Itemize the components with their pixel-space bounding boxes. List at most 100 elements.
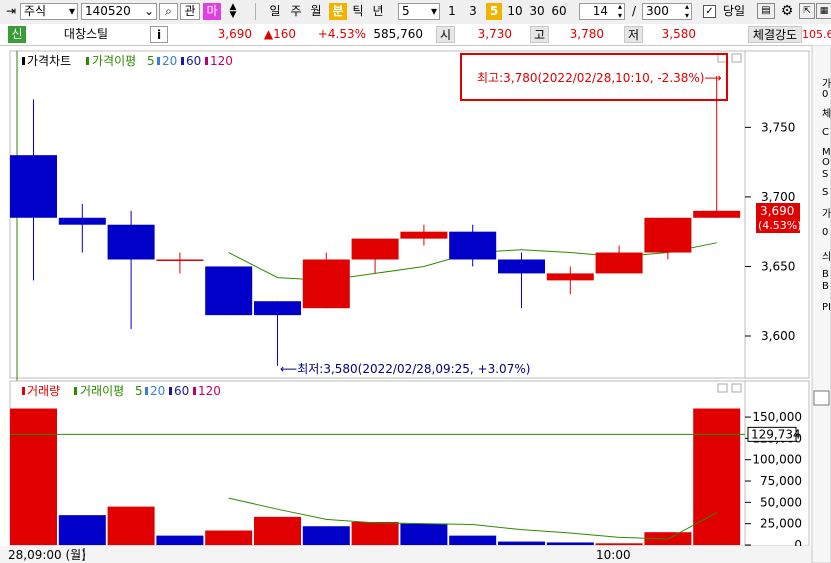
interval-button[interactable]: 1 [444, 3, 460, 20]
volume-bar [156, 535, 204, 545]
window-dock-icon[interactable]: ⇥ [4, 3, 18, 20]
interval-select-value: 5 [402, 4, 410, 18]
legend-ma-name: 가격이평 [92, 54, 136, 68]
candle-body [58, 217, 106, 225]
expand-icon[interactable]: ⇱ [799, 3, 815, 19]
x-axis-bar [0, 546, 831, 563]
legend-chart-name: 가격차트 [27, 54, 71, 68]
candle-body [644, 217, 692, 253]
volume-bar [254, 516, 301, 545]
candle-body [254, 301, 301, 316]
legend-ma-120: 120 [210, 54, 233, 68]
legend-marker [169, 387, 172, 395]
interval-select[interactable]: 5 ▾ [398, 3, 440, 20]
volume-tick-label: 25,000 [760, 517, 802, 531]
period-button[interactable]: 월 [307, 3, 325, 20]
interval-button[interactable]: 10 [505, 3, 525, 20]
stock-code-input[interactable]: 140520 ⌄ [81, 3, 157, 20]
legend-ma-5: 5 [147, 54, 155, 68]
low-price: 3,580 [661, 27, 696, 41]
candle-body [205, 266, 253, 316]
quote-bar: 신 대창스틸 i 3,690 ▲160 +4.53% 585,760 시 3,7… [0, 24, 831, 46]
volume-tick-label: 50,000 [760, 495, 802, 509]
today-label: 당일 [722, 4, 746, 18]
volume-bar [498, 541, 545, 545]
market-type-value: 주식 [24, 4, 47, 18]
open-label: 시 [436, 26, 455, 43]
strength-label: 체결강도 [748, 26, 802, 43]
info-button[interactable]: i [150, 26, 168, 43]
volume-value: 585,760 [373, 27, 423, 41]
price-tick-label: 3,650 [761, 259, 795, 273]
interval-button[interactable]: 5 [486, 3, 502, 20]
current-price: 3,690 [217, 27, 252, 41]
count-current-input[interactable]: 14 ▴ ▾ [579, 2, 625, 20]
high-label: 고 [530, 26, 549, 43]
volume-current-label: 129,734 [751, 427, 801, 441]
spinner-icon[interactable]: ▴ ▾ [618, 2, 622, 20]
candle-body [10, 155, 57, 218]
market-badge: 신 [8, 26, 26, 43]
panel-minimize-icon[interactable] [717, 53, 728, 63]
volume-bar [10, 408, 57, 545]
side-panel-text: S [822, 169, 828, 180]
volume-bar [595, 543, 643, 545]
legend-marker [193, 387, 196, 395]
market-type-select[interactable]: 주식 ▾ [20, 3, 78, 20]
gear-icon[interactable]: ⚙ [779, 3, 795, 20]
side-panel-text: S [822, 187, 828, 198]
volume-tick-label: 75,000 [760, 474, 802, 488]
gwan-button[interactable]: 관 [180, 3, 200, 20]
toolbar: ⇥ 주식 ▾ 140520 ⌄ ⌕ 관 마 ▲ ▼ 일주월분틱년 5 ▾ 1351… [0, 0, 831, 25]
chevron-down-icon: ⌄ [143, 4, 154, 18]
change-percent: +4.53% [317, 27, 366, 41]
legend-marker [74, 387, 77, 395]
legend-volume-name: 거래량 [27, 384, 60, 398]
legend-marker [205, 57, 208, 65]
period-button[interactable]: 틱 [349, 3, 367, 20]
volume-bar [58, 515, 106, 545]
side-panel-text: 0 [822, 89, 828, 100]
candle-body [693, 210, 741, 218]
panel-close-icon[interactable] [731, 53, 742, 63]
candle-body [107, 224, 155, 260]
period-button[interactable]: 주 [287, 3, 305, 20]
low-label: 저 [624, 26, 643, 43]
current-price-pct: (4.53%) [758, 219, 802, 232]
interval-button[interactable]: 30 [527, 3, 547, 20]
panel-close-icon[interactable] [731, 383, 742, 393]
candle-body [498, 259, 545, 274]
today-checkbox[interactable]: ✓ [703, 5, 716, 18]
count-total-input[interactable]: 300 ▴ ▾ [642, 2, 692, 20]
chevron-down-icon: ▾ [430, 4, 437, 18]
period-button[interactable]: 분 [329, 3, 347, 20]
legend-marker [86, 57, 89, 65]
period-button[interactable]: 일 [266, 3, 284, 20]
chart-settings-icon[interactable]: ▤ [757, 3, 775, 19]
spinner-icon[interactable]: ▴ ▾ [685, 2, 689, 20]
count-total-value: 300 [646, 4, 669, 18]
count-separator: / [631, 4, 637, 18]
legend-marker [181, 57, 184, 65]
price-tick-label: 3,700 [761, 190, 795, 204]
high-price: 3,780 [569, 27, 604, 41]
interval-button[interactable]: 60 [549, 3, 569, 20]
panel-minimize-icon[interactable] [717, 383, 728, 393]
candle-body [546, 273, 594, 281]
volume-bar [546, 542, 594, 545]
updown-stepper-icon[interactable]: ▲ ▼ [224, 3, 242, 20]
stock-name[interactable]: 대창스틸 [28, 26, 144, 43]
interval-button[interactable]: 3 [465, 3, 481, 20]
volume-panel: 025,00050,00075,000100,000125,000150,000… [9, 380, 810, 552]
period-button[interactable]: 년 [369, 3, 387, 20]
side-panel-button[interactable] [813, 390, 830, 406]
search-icon[interactable]: ⌕ [159, 3, 178, 20]
legend-marker [22, 57, 25, 65]
open-price: 3,730 [477, 27, 512, 41]
ma-button[interactable]: 마 [203, 3, 221, 20]
low-annotation: ⟵최저:3,580(2022/02/28,09:25, +3.07%) [280, 362, 530, 376]
layout-icon[interactable]: ▦ [816, 3, 831, 19]
candle [302, 252, 350, 309]
side-panel-text: B [822, 269, 829, 280]
side-panel-text: O [822, 157, 830, 168]
